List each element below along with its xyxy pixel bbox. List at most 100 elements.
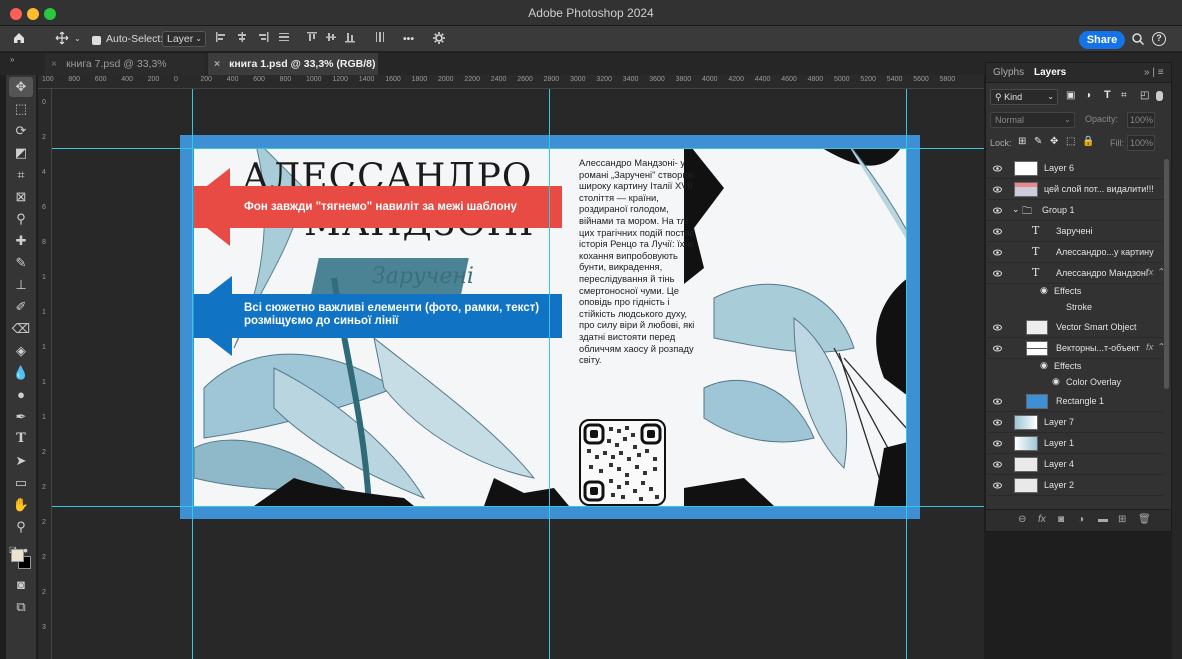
tab-document-1[interactable]: × книга 1.psd @ 33,3% (RGB/8) *: [208, 53, 378, 92]
effect-color-overlay-row[interactable]: ◉ Color Overlay: [986, 375, 1164, 391]
eye-icon[interactable]: [993, 248, 1002, 257]
layer-row[interactable]: T Алессандро Мандзоні fx ⌃: [986, 263, 1164, 284]
healing-brush-icon[interactable]: ✚: [9, 231, 33, 251]
filter-type-icon[interactable]: T: [1104, 89, 1111, 101]
lock-pixels-icon[interactable]: ✎: [1034, 136, 1042, 147]
opacity-field[interactable]: 100%: [1127, 112, 1155, 128]
object-select-icon[interactable]: ◩: [9, 143, 33, 163]
rectangle-tool-icon[interactable]: ▭: [9, 473, 33, 493]
tab-layers[interactable]: Layers: [1034, 67, 1066, 78]
add-mask-icon[interactable]: ◙: [1058, 514, 1064, 525]
eye-icon[interactable]: [993, 418, 1002, 427]
blur-tool-icon[interactable]: 💧: [9, 363, 33, 383]
fx-icon[interactable]: fx ⌃: [1146, 342, 1164, 353]
guide-vertical-left[interactable]: [192, 89, 193, 659]
zoom-tool-icon[interactable]: ⚲: [9, 517, 33, 537]
help-icon[interactable]: ?: [1152, 32, 1166, 46]
stamp-tool-icon[interactable]: ⊥: [9, 275, 33, 295]
dodge-tool-icon[interactable]: ●: [9, 385, 33, 405]
effects-row[interactable]: ◉ Effects: [986, 359, 1164, 375]
tab-glyphs[interactable]: Glyphs: [993, 67, 1024, 78]
foreground-color-swatch[interactable]: [11, 549, 24, 562]
lock-transparency-icon[interactable]: ⊞: [1018, 136, 1026, 147]
filter-adjustment-icon[interactable]: ◑: [1085, 90, 1091, 101]
move-tool-icon[interactable]: [55, 31, 71, 47]
layer-row[interactable]: Rectangle 1: [986, 391, 1164, 412]
layer-row[interactable]: T Алессандро...у картину: [986, 242, 1164, 263]
eye-icon[interactable]: ◉: [1052, 376, 1060, 387]
quick-mask-icon[interactable]: ◙: [9, 575, 33, 595]
path-select-icon[interactable]: ➤: [9, 451, 33, 471]
document-canvas[interactable]: Заручені АЛЕССАНДРО МАНДЗОНІ Алессандро …: [180, 135, 920, 519]
close-icon[interactable]: ×: [214, 58, 220, 70]
screen-mode-icon[interactable]: ⧉: [9, 597, 33, 617]
chevron-down-icon[interactable]: ⌄: [74, 31, 81, 47]
effects-row[interactable]: ◉ Effects: [986, 284, 1164, 300]
align-middle-icon[interactable]: [325, 31, 337, 47]
frame-tool-icon[interactable]: ⊠: [9, 187, 33, 207]
pen-tool-icon[interactable]: ✒: [9, 407, 33, 427]
eye-icon[interactable]: [993, 323, 1002, 332]
eye-icon[interactable]: ◉: [1040, 285, 1048, 296]
layer-group-row[interactable]: ⌄ 🗀 Group 1: [986, 200, 1164, 221]
eye-icon[interactable]: [993, 397, 1002, 406]
filter-smart-object-icon[interactable]: ◰: [1140, 90, 1149, 101]
panel-menu-icon[interactable]: » | ≡: [1144, 67, 1164, 78]
eye-icon[interactable]: [993, 164, 1002, 173]
filter-shape-icon[interactable]: ⌗: [1121, 90, 1127, 101]
eye-icon[interactable]: [993, 439, 1002, 448]
chevron-down-icon[interactable]: ⌄: [1012, 204, 1020, 215]
layer-row[interactable]: Layer 2: [986, 475, 1164, 496]
lock-all-icon[interactable]: 🔒: [1082, 136, 1094, 147]
crop-tool-icon[interactable]: ⌗: [9, 165, 33, 185]
type-tool-icon[interactable]: T: [9, 429, 33, 449]
layer-row[interactable]: T Заручені: [986, 221, 1164, 242]
more-options-button[interactable]: •••: [403, 31, 414, 47]
align-top-icon[interactable]: [306, 31, 318, 47]
eye-icon[interactable]: ◉: [1040, 360, 1048, 371]
home-icon[interactable]: [12, 31, 28, 47]
fill-field[interactable]: 100%: [1127, 135, 1155, 151]
eye-icon[interactable]: [993, 481, 1002, 490]
fx-icon[interactable]: fx: [1038, 514, 1046, 525]
gradient-tool-icon[interactable]: ◈: [9, 341, 33, 361]
align-left-icon[interactable]: [215, 31, 227, 47]
align-right-icon[interactable]: [257, 31, 269, 47]
distribute-icon[interactable]: [278, 31, 290, 47]
brush-tool-icon[interactable]: ✎: [9, 253, 33, 273]
layer-row[interactable]: Vector Smart Object: [986, 317, 1164, 338]
filter-kind-dropdown[interactable]: ⚲ Kind ⌄: [990, 89, 1058, 105]
share-button[interactable]: Share: [1079, 31, 1125, 49]
auto-select-dropdown[interactable]: Layer ⌄: [162, 31, 206, 47]
tab-document-7[interactable]: × книга 7.psd @ 33,3% (RGB/8) *: [45, 53, 205, 92]
eye-icon[interactable]: [993, 227, 1002, 236]
panel-collapse-icon[interactable]: »: [10, 55, 14, 64]
auto-select-checkbox[interactable]: [92, 36, 101, 45]
fx-icon[interactable]: fx ⌃: [1146, 267, 1164, 278]
eye-icon[interactable]: [993, 206, 1002, 215]
guide-vertical-center[interactable]: [549, 89, 550, 659]
lasso-tool-icon[interactable]: ⟳: [9, 121, 33, 141]
gear-icon[interactable]: [432, 31, 446, 47]
guide-vertical-right[interactable]: [906, 89, 907, 659]
align-center-icon[interactable]: [236, 31, 248, 47]
filter-toggle-icon[interactable]: [1156, 91, 1163, 101]
eye-icon[interactable]: [993, 460, 1002, 469]
layers-scrollbar[interactable]: [1164, 159, 1169, 389]
filter-pixel-icon[interactable]: ▣: [1066, 90, 1075, 101]
hand-tool-icon[interactable]: ✋: [9, 495, 33, 515]
new-group-icon[interactable]: ▬: [1098, 514, 1108, 525]
effect-stroke-row[interactable]: Stroke: [986, 300, 1164, 316]
layer-row[interactable]: Layer 6: [986, 158, 1164, 179]
canvas-area[interactable]: Заручені АЛЕССАНДРО МАНДЗОНІ Алессандро …: [52, 89, 984, 659]
adjustment-layer-icon[interactable]: ◑: [1078, 514, 1084, 525]
eraser-tool-icon[interactable]: ⌫: [9, 319, 33, 339]
eye-icon[interactable]: [993, 185, 1002, 194]
eyedropper-icon[interactable]: ⚲: [9, 209, 33, 229]
eye-icon[interactable]: [993, 344, 1002, 353]
marquee-tool-icon[interactable]: ⬚: [9, 99, 33, 119]
layer-row[interactable]: Layer 1: [986, 433, 1164, 454]
close-icon[interactable]: ×: [51, 58, 57, 70]
link-layers-icon[interactable]: ⊖: [1018, 514, 1026, 525]
search-icon[interactable]: [1131, 32, 1145, 46]
